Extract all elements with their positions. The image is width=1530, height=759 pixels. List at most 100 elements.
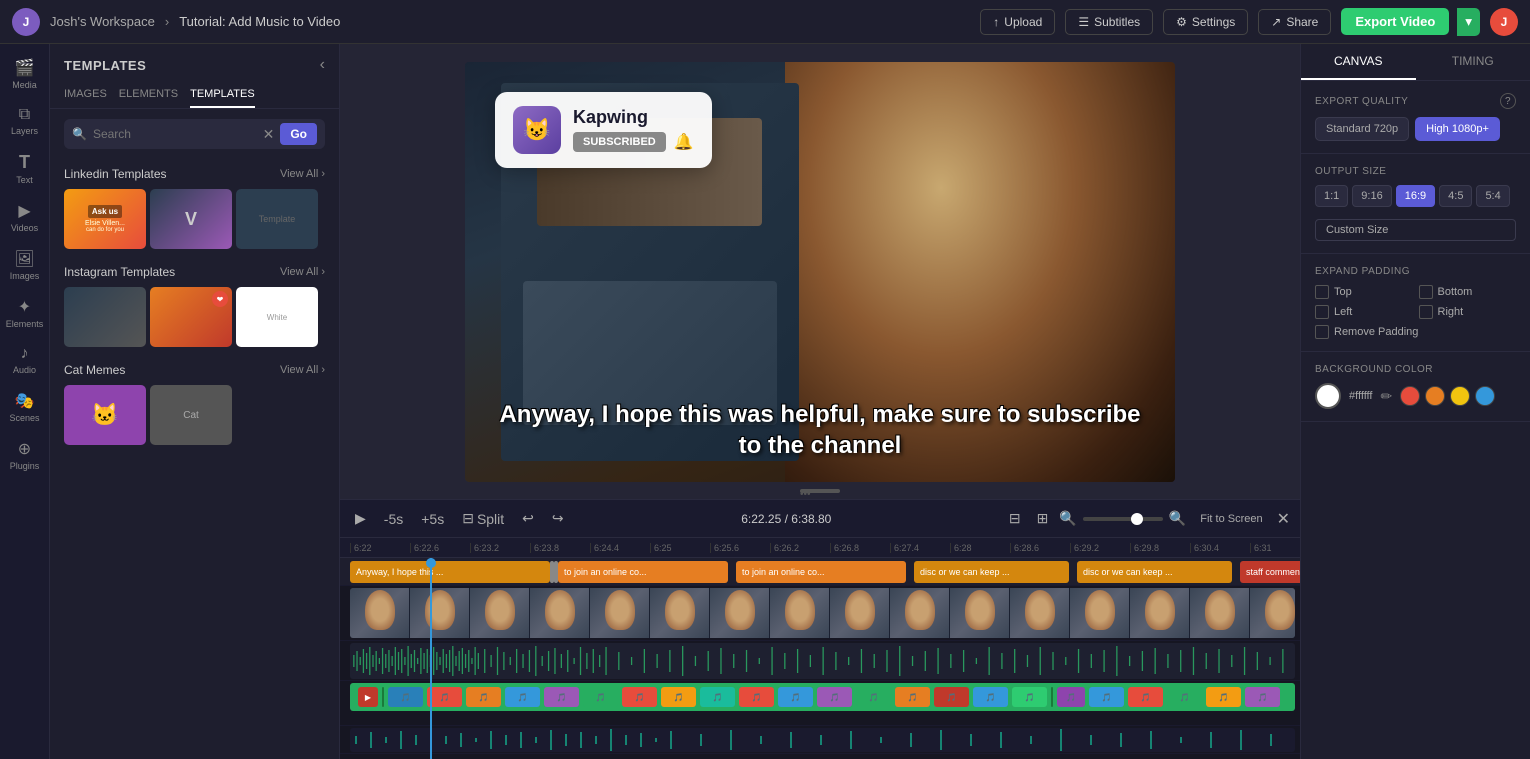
left-checkbox[interactable] xyxy=(1315,305,1329,319)
undo-button[interactable]: ↩ xyxy=(517,507,539,530)
info-icon[interactable]: ? xyxy=(1500,93,1516,109)
clip-handle[interactable] xyxy=(554,561,558,583)
timeline-close-button[interactable]: ✕ xyxy=(1277,509,1290,529)
view-all-linkedin[interactable]: View All › xyxy=(280,168,325,180)
search-input[interactable] xyxy=(93,127,257,141)
search-go-button[interactable]: Go xyxy=(280,123,317,145)
settings-button[interactable]: ⚙ Settings xyxy=(1163,9,1248,35)
size-5-4-button[interactable]: 5:4 xyxy=(1476,185,1509,207)
music-track-bar[interactable]: ▶ 🎵 🎵 🎵 🎵 🎵 🎵 🎵 🎵 🎵 🎵 xyxy=(350,683,1295,711)
template-item[interactable] xyxy=(64,287,146,347)
template-item[interactable]: White xyxy=(236,287,318,347)
panel-collapse-button[interactable]: ‹ xyxy=(320,56,325,74)
music-thumb: 🎵 xyxy=(1089,687,1124,707)
bg-color-swatch[interactable] xyxy=(1315,383,1341,409)
template-item[interactable]: Template xyxy=(236,189,318,249)
ruler-marks: 6:22 6:22.6 6:23.2 6:23.8 6:24.4 6:25 6:… xyxy=(350,543,1300,553)
upload-button[interactable]: ↑ Upload xyxy=(980,9,1055,35)
color-preset-yellow[interactable] xyxy=(1450,386,1470,406)
skip-back-button[interactable]: -5s xyxy=(379,508,408,530)
canvas-area[interactable]: 😺 Kapwing SUBSCRIBED 🔔 Anyway, I hope th… xyxy=(340,44,1300,499)
filmstrip-frame xyxy=(1130,588,1190,638)
section-title-instagram: Instagram Templates xyxy=(64,265,175,279)
sidebar-item-videos[interactable]: ▶ Videos xyxy=(3,195,47,239)
video-background: 😺 Kapwing SUBSCRIBED 🔔 Anyway, I hope th… xyxy=(465,62,1175,482)
template-item[interactable]: 🐱 xyxy=(64,385,146,445)
custom-size-button[interactable]: Custom Size xyxy=(1315,219,1516,241)
tab-images[interactable]: IMAGES xyxy=(64,82,107,108)
tab-timing[interactable]: TIMING xyxy=(1416,44,1530,80)
tab-templates[interactable]: TEMPLATES xyxy=(190,82,255,108)
export-button[interactable]: Export Video xyxy=(1341,8,1449,35)
expand-bottom[interactable]: Bottom xyxy=(1419,285,1517,299)
filmstrip[interactable] xyxy=(350,588,1295,638)
color-preset-red[interactable] xyxy=(1400,386,1420,406)
color-preset-orange[interactable] xyxy=(1425,386,1445,406)
edit-color-icon[interactable]: ✏ xyxy=(1380,388,1392,405)
color-preset-blue[interactable] xyxy=(1475,386,1495,406)
ruler-mark: 6:31 xyxy=(1250,543,1300,553)
high-quality-button[interactable]: High 1080p+ xyxy=(1415,117,1500,141)
expand-left[interactable]: Left xyxy=(1315,305,1413,319)
sidebar-item-images[interactable]: 🖼 Images xyxy=(3,243,47,287)
view-all-catmemes[interactable]: View All › xyxy=(280,364,325,376)
workspace-link[interactable]: Josh's Workspace xyxy=(50,14,155,29)
split-button[interactable]: ⊟ Split xyxy=(457,507,509,530)
subtitle-clip[interactable]: disc or we can keep ... xyxy=(1077,561,1232,583)
export-dropdown-button[interactable]: ▾ xyxy=(1457,8,1480,36)
share-button[interactable]: ↗ Share xyxy=(1258,9,1331,35)
canvas-resize-handle[interactable]: ••• xyxy=(800,489,840,493)
subtitle-clip[interactable]: Anyway, I hope this ... xyxy=(350,561,550,583)
search-clear-button[interactable]: ✕ xyxy=(263,126,275,143)
remove-padding-button[interactable]: Remove Padding xyxy=(1315,325,1516,339)
template-item[interactable]: Cat xyxy=(150,385,232,445)
fit-to-screen-button[interactable]: Fit to Screen xyxy=(1194,510,1268,528)
standard-quality-button[interactable]: Standard 720p xyxy=(1315,117,1409,141)
user-avatar[interactable]: J xyxy=(1490,8,1518,36)
size-1-1-button[interactable]: 1:1 xyxy=(1315,185,1348,207)
remove-padding-checkbox[interactable] xyxy=(1315,325,1329,339)
tab-elements[interactable]: ELEMENTS xyxy=(119,82,178,108)
template-item[interactable]: ❤ xyxy=(150,287,232,347)
linkedin-template-grid: Ask us Elsie Villen... can do for you V … xyxy=(64,189,325,249)
zoom-minus-button[interactable]: ⊟ xyxy=(1004,507,1026,530)
view-all-instagram[interactable]: View All › xyxy=(280,266,325,278)
template-item[interactable]: Ask us Elsie Villen... can do for you xyxy=(64,189,146,249)
subtitle-clip[interactable]: to join an online co... xyxy=(558,561,728,583)
sidebar-item-layers[interactable]: ⧉ Layers xyxy=(3,100,47,142)
instagram-template-grid: ❤ White xyxy=(64,287,325,347)
subtitles-button[interactable]: ☰ Subtitles xyxy=(1065,9,1153,35)
section-header-catmemes: Cat Memes View All › xyxy=(64,363,325,377)
zoom-in-button[interactable]: ⊞ xyxy=(1032,507,1054,530)
sidebar-item-elements[interactable]: ✦ Elements xyxy=(3,291,47,335)
sidebar-item-scenes[interactable]: 🎭 Scenes xyxy=(3,385,47,429)
filmstrip-frame xyxy=(470,588,530,638)
sidebar-item-media[interactable]: 🎬 Media xyxy=(3,52,47,96)
sidebar-item-plugins[interactable]: ⊕ Plugins xyxy=(3,433,47,477)
right-checkbox[interactable] xyxy=(1419,305,1433,319)
bottom-checkbox[interactable] xyxy=(1419,285,1433,299)
size-16-9-button[interactable]: 16:9 xyxy=(1396,185,1435,207)
subtitle-clip[interactable]: staff comment down below.! xyxy=(1240,561,1300,583)
output-size-title: OUTPUT SIZE xyxy=(1315,166,1516,177)
sidebar-item-audio[interactable]: ♪ Audio xyxy=(3,339,47,381)
top-checkbox[interactable] xyxy=(1315,285,1329,299)
ruler-mark: 6:25 xyxy=(650,543,710,553)
waveform[interactable] xyxy=(350,643,1295,679)
size-9-16-button[interactable]: 9:16 xyxy=(1352,185,1391,207)
expand-top[interactable]: Top xyxy=(1315,285,1413,299)
template-item[interactable]: V xyxy=(150,189,232,249)
ruler-mark: 6:28 xyxy=(950,543,1010,553)
sidebar-item-text[interactable]: T Text xyxy=(3,146,47,191)
play-button[interactable]: ▶ xyxy=(350,507,371,530)
subtitle-clip[interactable]: disc or we can keep ... xyxy=(914,561,1069,583)
subscribe-button[interactable]: SUBSCRIBED xyxy=(573,132,666,152)
size-4-5-button[interactable]: 4:5 xyxy=(1439,185,1472,207)
music-thumb: 🎵 xyxy=(1012,687,1047,707)
redo-button[interactable]: ↪ xyxy=(547,507,569,530)
subtitle-clip[interactable]: to join an online co... xyxy=(736,561,906,583)
expand-right[interactable]: Right xyxy=(1419,305,1517,319)
skip-fwd-button[interactable]: +5s xyxy=(416,508,449,530)
tab-canvas[interactable]: CANVAS xyxy=(1301,44,1416,80)
zoom-slider[interactable] xyxy=(1083,517,1163,521)
